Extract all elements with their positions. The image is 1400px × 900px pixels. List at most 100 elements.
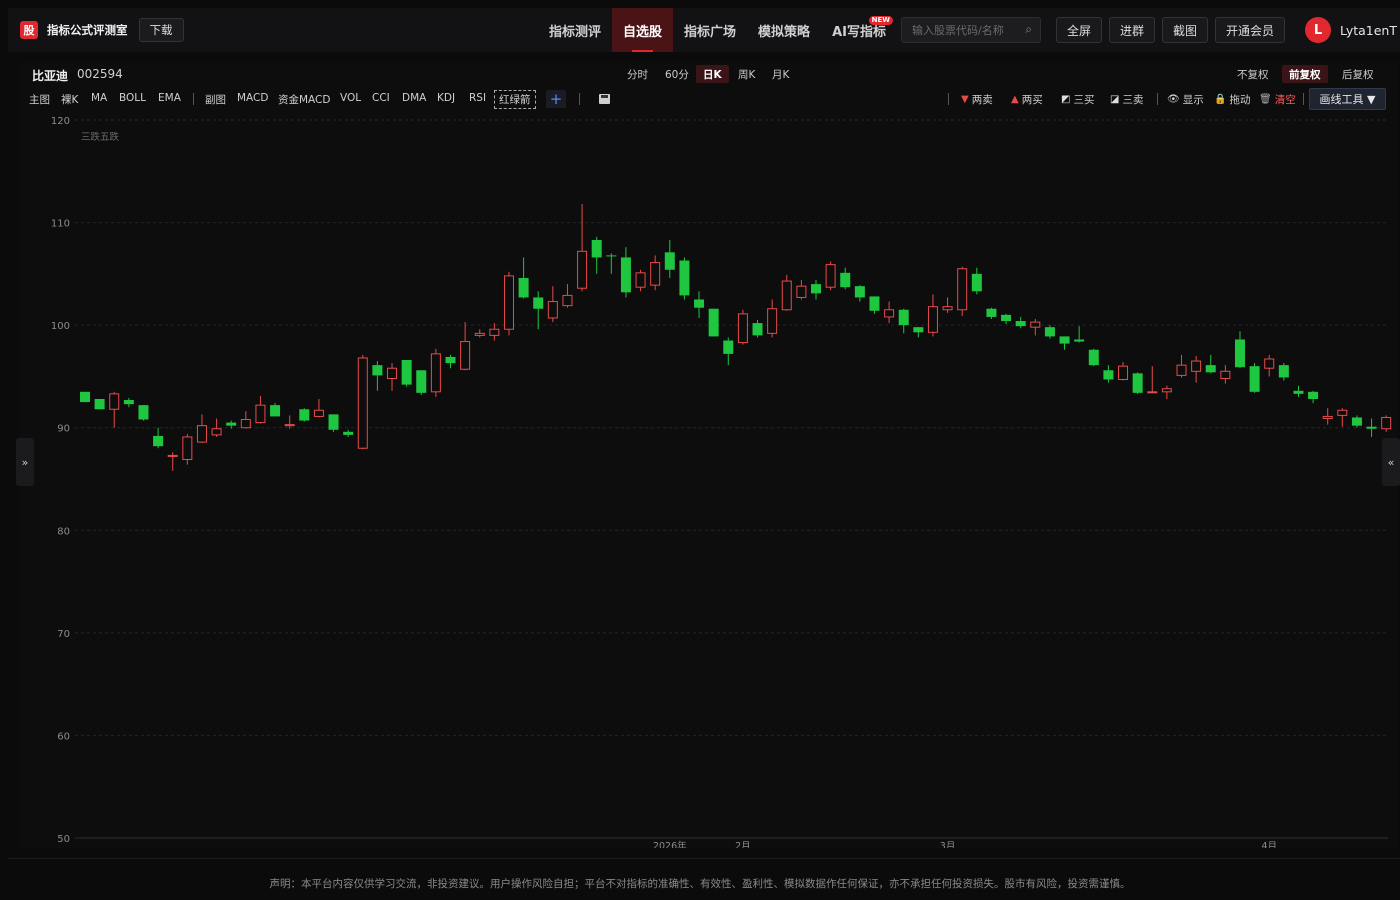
candle-body [1103,370,1114,380]
tool-three-sell[interactable]: ◪ 三卖 [1110,92,1143,107]
candle-body [1293,390,1304,394]
stock-search-input[interactable]: 输入股票代码/名称 ⌕ [901,17,1041,43]
candle-body [635,272,646,288]
screenshot-button[interactable]: 截图 [1162,17,1209,43]
candle-body [606,255,617,257]
divider [8,858,1400,859]
nav-indicator-review[interactable]: 指标测评 [538,8,612,52]
x-tick-label: 2026年 [653,840,687,848]
candle-body [416,370,427,393]
candlestick-svg[interactable]: 120 110 100 90 80 70 60 50 三跌五跌 2026年 2月 3月 4月 [20,110,1398,852]
candle-body [825,264,836,288]
add-indicator-button[interactable]: + [546,90,566,108]
indicator-macd[interactable]: MACD [237,92,268,104]
period-intraday[interactable]: 分时 [620,65,655,83]
vip-button[interactable]: 开通会员 [1215,17,1286,43]
nav-sim-strategy[interactable]: 模拟策略 [747,8,821,52]
period-weekly[interactable]: 周K [731,65,762,83]
indicator-bare-k[interactable]: 裸K [61,92,78,107]
indicator-rsi[interactable]: RSI [469,92,486,104]
y-tick-label: 100 [51,321,70,332]
search-icon[interactable]: ⌕ [1025,22,1032,37]
candle-body [1278,365,1289,378]
candle-body [752,323,763,336]
candle-body [1015,321,1026,327]
candle-body [767,308,778,334]
candle-body [1118,365,1129,381]
candle-body [723,340,734,354]
tool-two-sell[interactable]: ▼ 两卖 [961,92,993,107]
y-tick-label: 120 [51,116,70,127]
candlestick-chart[interactable]: 120 110 100 90 80 70 60 50 三跌五跌 2026年 2月 3月 4月 [20,110,1398,852]
adjust-forward[interactable]: 前复权 [1282,65,1328,83]
candle-body [313,409,324,417]
tool-drag[interactable]: 🔒 拖动 [1214,92,1250,107]
y-tick-label: 50 [57,834,70,845]
fullscreen-button[interactable]: 全屏 [1056,17,1103,43]
candle-body [1161,388,1172,393]
nav-watchlist[interactable]: 自选股 [612,8,674,52]
indicator-ma[interactable]: MA [91,92,107,104]
indicator-fund-macd[interactable]: 资金MACD [278,92,330,107]
logo-icon[interactable]: 股 [20,21,38,39]
tool-show[interactable]: 👁 显示 [1167,92,1204,107]
period-60min[interactable]: 60分 [658,65,696,83]
collapse-right-toggle[interactable]: « [1382,438,1400,486]
draw-tools-dropdown[interactable]: 画线工具 ▼ [1309,88,1386,110]
y-tick-label: 110 [51,219,70,230]
candle-body [401,360,412,385]
nav-ai-indicator[interactable]: AI写指标 NEW [821,8,897,52]
main-nav: 指标测评 自选股 指标广场 模拟策略 AI写指标 NEW [538,8,897,52]
indicator-sub-label[interactable]: 副图 [205,92,226,107]
tool-two-sell-label: 两卖 [971,94,993,106]
brand-title[interactable]: 指标公式评测室 [47,22,128,38]
indicator-boll[interactable]: BOLL [119,92,146,104]
adjust-none[interactable]: 不复权 [1230,65,1276,83]
indicator-vol[interactable]: VOL [340,92,361,104]
period-daily[interactable]: 日K [696,65,729,83]
join-group-button[interactable]: 进群 [1109,17,1156,43]
download-button[interactable]: 下载 [138,18,184,42]
tool-three-sell-label: 三卖 [1122,94,1144,106]
indicator-red-green-arrow[interactable]: 红绿箭 [494,90,536,109]
candle-body [1001,314,1012,322]
username[interactable]: Lyta1enT [1340,23,1397,38]
candle-body [1308,391,1319,399]
indicator-main-label[interactable]: 主图 [29,92,50,107]
y-tick-label: 60 [57,731,70,742]
candle-body [1337,409,1348,416]
disclaimer-text: 声明：本平台内容仅供学习交流，非投资建议。用户操作风险自担；平台不对指标的准确性… [269,878,1131,890]
nav-indicator-square[interactable]: 指标广场 [673,8,747,52]
tool-clear[interactable]: 🗑 清空 [1259,92,1296,107]
candle-body [708,308,719,337]
candle-body [957,268,968,311]
candle-body [284,424,295,427]
period-monthly[interactable]: 月K [765,65,796,83]
candle-body [196,425,207,443]
triangle-down-icon: ▼ [961,94,969,105]
candle-body [182,436,193,461]
candle-body [591,240,602,258]
tool-three-buy[interactable]: ◩ 三买 [1061,92,1094,107]
avatar[interactable]: L [1305,17,1331,43]
candle-body [854,286,865,298]
tool-show-label: 显示 [1182,94,1204,106]
candle-body [226,422,237,426]
candle-body [562,294,573,307]
save-icon[interactable] [599,94,610,104]
candle-body [694,299,705,308]
stock-header: 比亚迪 002594 分时 60分 日K 周K 月K 不复权 前复权 后复权 [20,62,1398,86]
adjust-backward[interactable]: 后复权 [1335,65,1381,83]
indicator-ema[interactable]: EMA [158,92,181,104]
new-badge: NEW [868,16,893,25]
expand-left-toggle[interactable]: » [16,438,34,486]
candle-body [884,309,895,318]
candle-body [1030,321,1041,328]
candle-body [430,353,441,393]
indicator-cci[interactable]: CCI [372,92,390,104]
tool-two-buy[interactable]: ▲ 两买 [1011,92,1043,107]
candle-body [913,327,924,333]
candle-body [737,313,748,344]
indicator-dma[interactable]: DMA [402,92,426,104]
indicator-kdj[interactable]: KDJ [437,92,455,104]
